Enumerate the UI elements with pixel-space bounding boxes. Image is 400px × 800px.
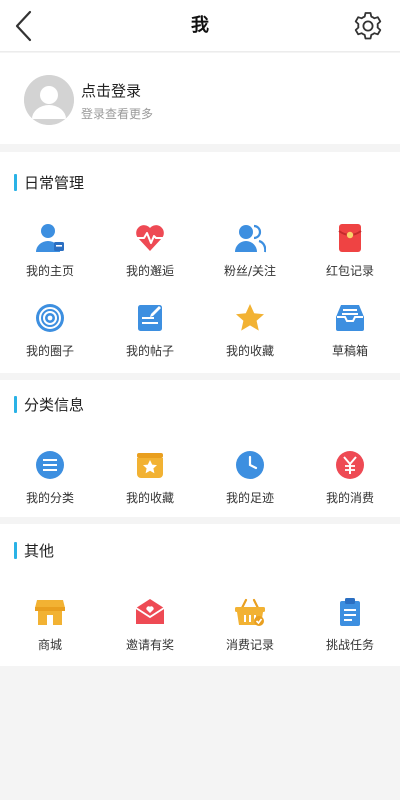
menu-item-my-circles[interactable]: 我的圈子 [0, 302, 100, 372]
menu-item-label: 我的帖子 [125, 344, 174, 358]
section-title: 日常管理 [24, 174, 85, 192]
page-title: 我 [191, 15, 209, 36]
section-other: 其他 商城 邀请有奖 消费记录 挑战任务 [0, 524, 400, 666]
profile-login-card[interactable]: 点击登录 登录查看更多 [0, 53, 400, 144]
login-hint: 登录查看更多 [81, 107, 154, 121]
menu-item-label: 草稿箱 [331, 344, 368, 358]
login-prompt[interactable]: 点击登录 [81, 80, 141, 101]
section-classified-info: 分类信息 我的分类 我的收藏 我的足迹 我的消费 [0, 380, 400, 517]
clipboard-task-icon [340, 598, 360, 626]
menu-item-invite-reward[interactable]: 邀请有奖 [100, 596, 200, 666]
menu-item-my-categories[interactable]: 我的分类 [0, 449, 100, 519]
section-header: 其他 [0, 540, 400, 564]
menu-item-drafts[interactable]: 草稿箱 [300, 302, 400, 372]
section-title: 其他 [24, 542, 55, 560]
star-icon [236, 304, 264, 331]
clock-icon [236, 451, 264, 479]
avatar[interactable] [24, 75, 74, 125]
users-icon [235, 224, 266, 253]
menu-item-label: 我的足迹 [225, 491, 274, 505]
menu-item-my-homepage[interactable]: 我的主页 [0, 222, 100, 292]
invite-envelope-icon [135, 599, 165, 624]
menu-item-label: 我的收藏 [225, 344, 274, 358]
menu-item-red-packet-records[interactable]: 红包记录 [300, 222, 400, 292]
home-user-icon [36, 224, 64, 252]
star-box-icon [137, 453, 163, 478]
menu-item-my-spending[interactable]: 我的消费 [300, 449, 400, 519]
menu-item-label: 商城 [37, 638, 62, 652]
menu-item-challenge-tasks[interactable]: 挑战任务 [300, 596, 400, 666]
top-nav-bar: 我 [0, 0, 400, 52]
post-edit-icon [138, 305, 162, 331]
target-circle-icon [36, 304, 64, 332]
shopping-basket-icon [235, 598, 265, 626]
menu-item-my-favorites[interactable]: 我的收藏 [200, 302, 300, 372]
menu-item-label: 我的邂逅 [125, 264, 174, 278]
menu-item-label: 我的收藏 [125, 491, 174, 505]
inbox-tray-icon [336, 305, 364, 331]
menu-item-my-collections[interactable]: 我的收藏 [100, 449, 200, 519]
category-list-icon [36, 451, 64, 479]
default-avatar-icon [24, 75, 74, 125]
section-title: 分类信息 [24, 396, 85, 414]
section-accent-bar [14, 542, 17, 559]
menu-item-label: 我的消费 [325, 491, 374, 505]
red-packet-icon [338, 224, 362, 252]
menu-item-label: 邀请有奖 [125, 638, 174, 652]
section-header: 日常管理 [0, 172, 400, 196]
section-header: 分类信息 [0, 394, 400, 418]
shop-icon [35, 600, 65, 625]
menu-item-label: 红包记录 [325, 264, 374, 278]
menu-item-fans-follow[interactable]: 粉丝/关注 [200, 222, 300, 292]
menu-item-label: 我的分类 [25, 491, 74, 505]
section-daily-management: 日常管理 我的主页 我的邂逅 粉丝/关注 红包记录 我的圈子 我的帖子 我的收藏… [0, 152, 400, 373]
gear-icon[interactable] [352, 10, 384, 42]
menu-item-mall[interactable]: 商城 [0, 596, 100, 666]
yen-icon [336, 451, 364, 479]
menu-item-my-posts[interactable]: 我的帖子 [100, 302, 200, 372]
menu-item-label: 我的主页 [25, 264, 74, 278]
section-accent-bar [14, 396, 17, 413]
menu-item-label: 我的圈子 [25, 344, 74, 358]
menu-item-label: 粉丝/关注 [223, 264, 277, 278]
heartbeat-icon [136, 225, 164, 251]
section-accent-bar [14, 174, 17, 191]
menu-item-label: 挑战任务 [325, 638, 374, 652]
menu-item-my-encounters[interactable]: 我的邂逅 [100, 222, 200, 292]
menu-item-label: 消费记录 [225, 638, 274, 652]
menu-item-my-footprints[interactable]: 我的足迹 [200, 449, 300, 519]
menu-item-spending-records[interactable]: 消费记录 [200, 596, 300, 666]
